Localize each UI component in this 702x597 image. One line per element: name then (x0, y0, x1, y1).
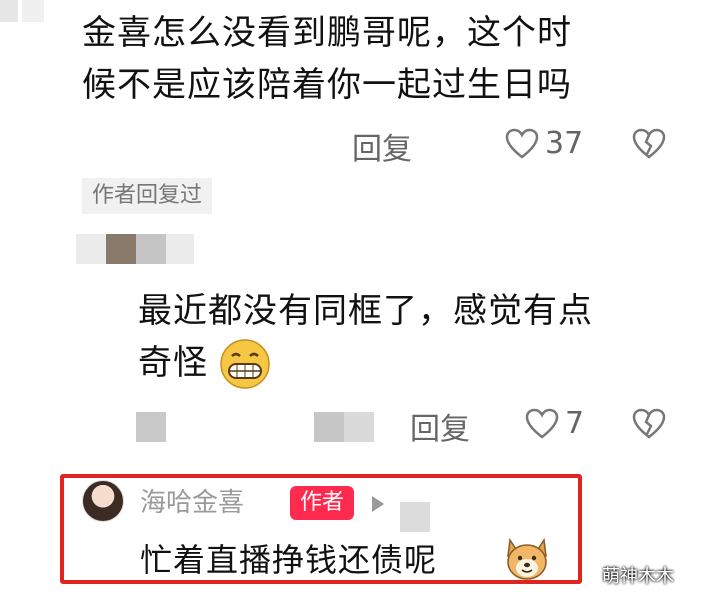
author-username[interactable]: 海哈金喜 (140, 482, 244, 519)
comment-2-line-2: 奇怪 (138, 343, 208, 383)
heart-outline-icon (525, 408, 559, 440)
author-reply-text: 忙着直播挣钱还债呢 (140, 541, 438, 579)
comment-2-name-blur (166, 234, 194, 264)
author-replied-tag: 作者回复过 (82, 178, 213, 214)
broken-heart-icon (632, 128, 666, 160)
comment-2-dislike-button[interactable] (632, 408, 666, 440)
comment-1-reply-button[interactable]: 回复 (352, 124, 412, 168)
heart-outline-icon (505, 128, 539, 160)
grinning-face-icon (218, 338, 272, 390)
comment-2-reply-button[interactable]: 回复 (410, 404, 470, 448)
comment-2-like-button[interactable]: 7 (525, 406, 584, 441)
comment-1-line-2: 候不是应该陪着你一起过生日吗 (82, 65, 572, 105)
replied-user-blur (400, 502, 430, 532)
comment-2-location-blur (344, 412, 374, 442)
dog-face-icon (502, 534, 552, 582)
comment-1-line-1: 金喜怎么没看到鹏哥呢，这个时 (82, 13, 572, 53)
cropped-avatar-fragment (22, 0, 44, 22)
broken-heart-icon (632, 408, 666, 440)
comment-2-time-blur (136, 412, 166, 442)
reply-arrow-icon (372, 496, 384, 512)
comment-2-location-blur (314, 412, 344, 442)
comment-2-avatar-blur (106, 234, 136, 264)
avatar[interactable] (82, 480, 124, 522)
comment-2-name-blur (136, 234, 166, 264)
comment-2-line-1: 最近都没有同框了，感觉有点 (138, 291, 593, 331)
comment-1-like-count: 37 (545, 126, 584, 161)
comment-1-dislike-button[interactable] (632, 128, 666, 160)
comment-2-like-count: 7 (565, 406, 585, 441)
comment-2-avatar-blur (76, 234, 106, 264)
comment-1-like-button[interactable]: 37 (505, 126, 583, 161)
watermark: 萌神木木 (602, 566, 674, 587)
author-badge: 作者 (290, 486, 355, 520)
cropped-avatar-fragment (0, 0, 18, 22)
